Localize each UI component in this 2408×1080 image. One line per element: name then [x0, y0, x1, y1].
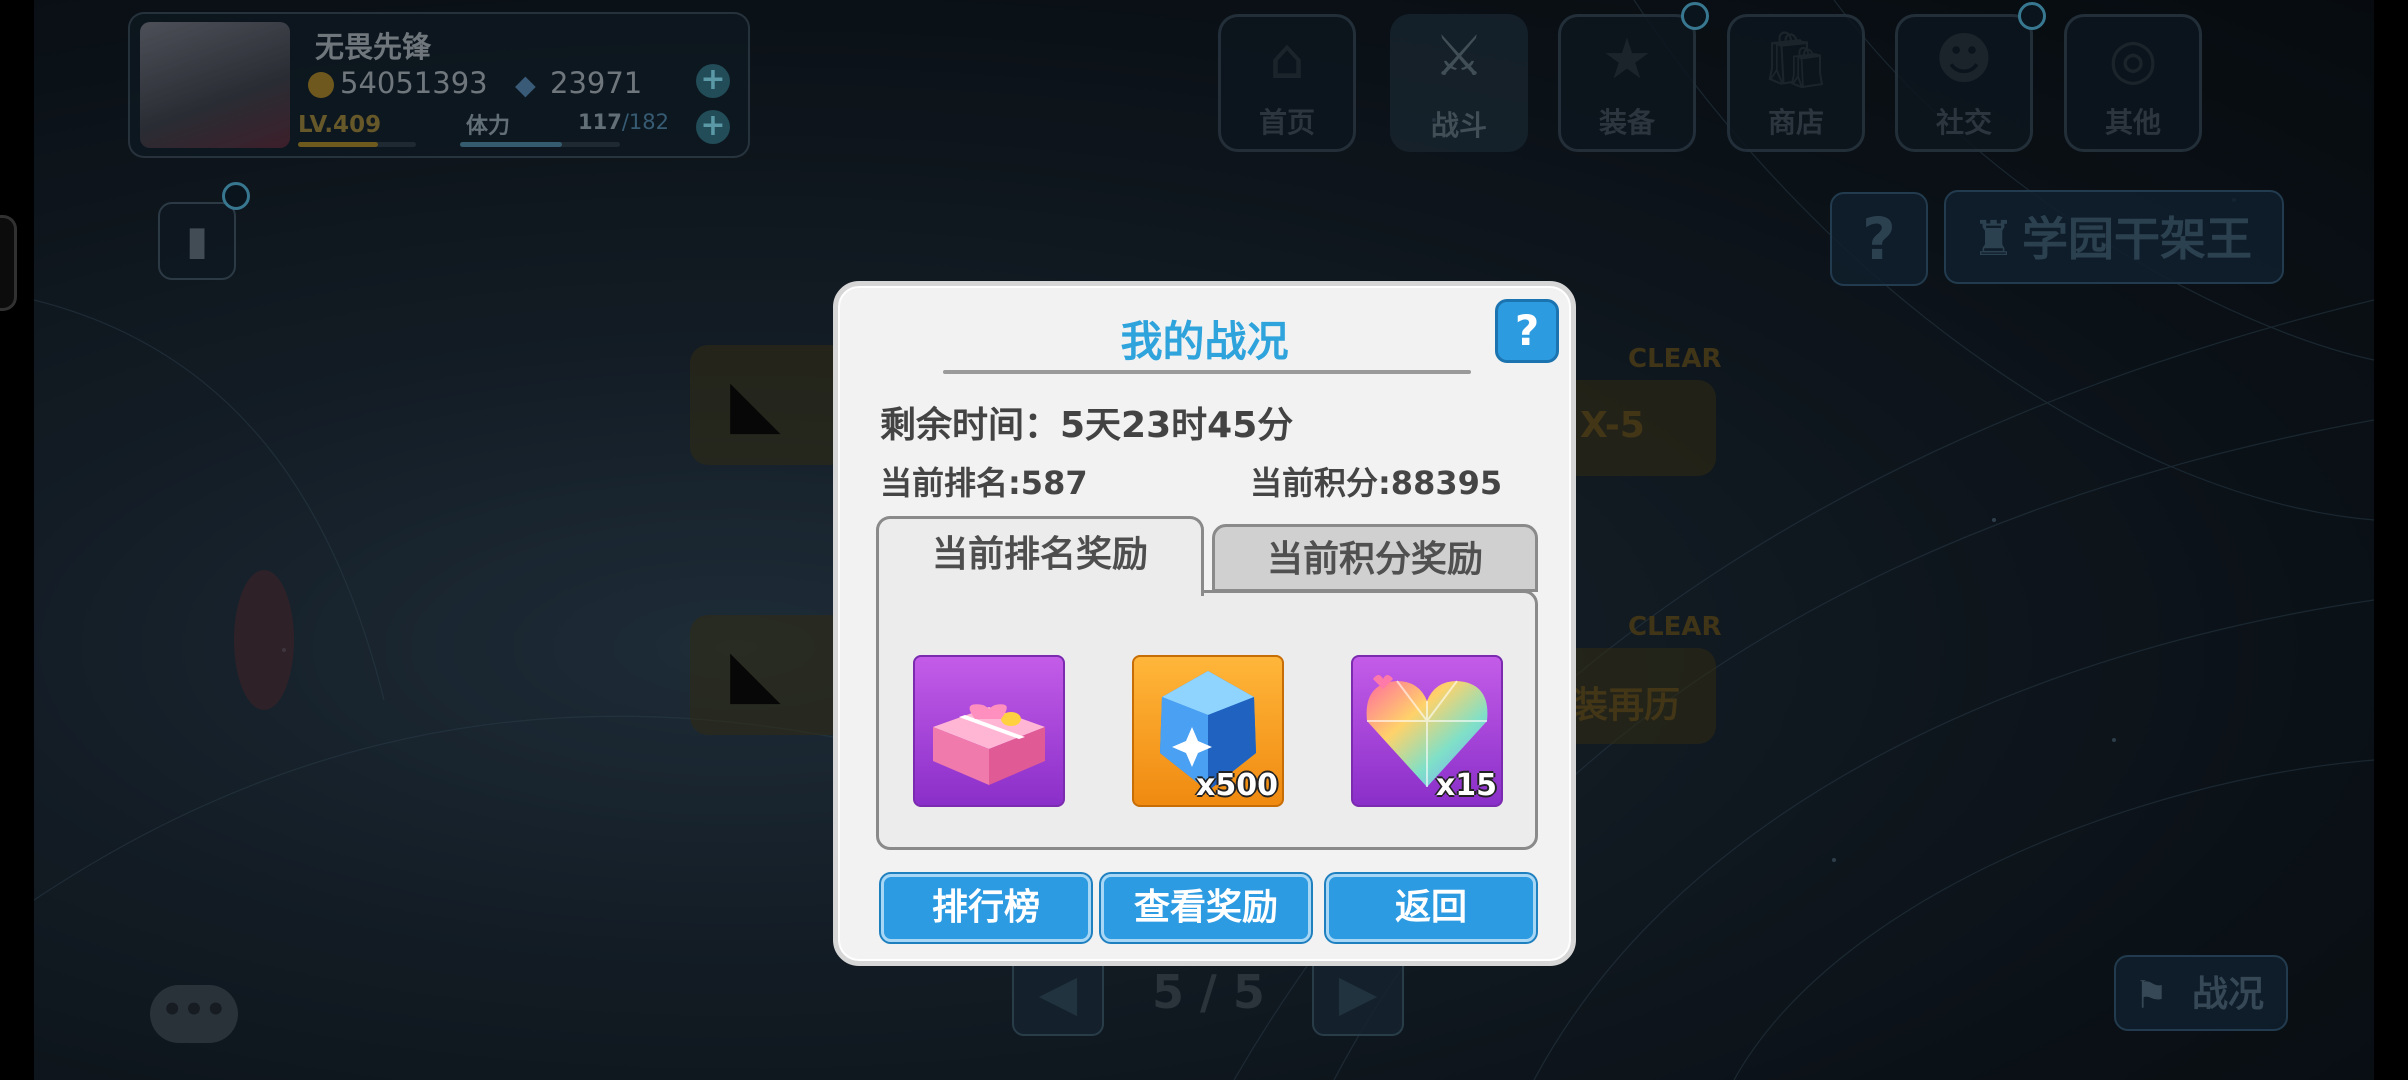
reward-item[interactable]: x15 — [1351, 655, 1503, 807]
tab-rank-rewards[interactable]: 当前排名奖励 — [876, 516, 1204, 596]
current-score: 当前积分:88395 — [1250, 464, 1503, 502]
dialog-title: 我的战况 — [1120, 317, 1289, 366]
current-rank: 当前排名:587 — [880, 464, 1088, 502]
dialog-help-button[interactable]: ? — [1495, 299, 1559, 363]
tab-score-rewards[interactable]: 当前积分奖励 — [1212, 524, 1538, 592]
title-divider — [943, 370, 1471, 374]
reward-item[interactable] — [913, 655, 1065, 807]
leaderboard-button[interactable]: 排行榜 — [881, 874, 1091, 942]
time-remaining: 剩余时间：5天23时45分 — [880, 405, 1294, 446]
reward-quantity: x500 — [1196, 768, 1278, 803]
view-rewards-button[interactable]: 查看奖励 — [1101, 874, 1311, 942]
back-button[interactable]: 返回 — [1326, 874, 1536, 942]
rewards-panel: x500 x15 — [876, 590, 1538, 850]
battle-status-dialog: 我的战况 ? 剩余时间：5天23时45分 当前排名:587 当前积分:88395… — [833, 281, 1576, 966]
gift-box-icon — [933, 704, 1045, 785]
reward-item[interactable]: x500 — [1132, 655, 1284, 807]
reward-quantity: x15 — [1435, 768, 1497, 803]
